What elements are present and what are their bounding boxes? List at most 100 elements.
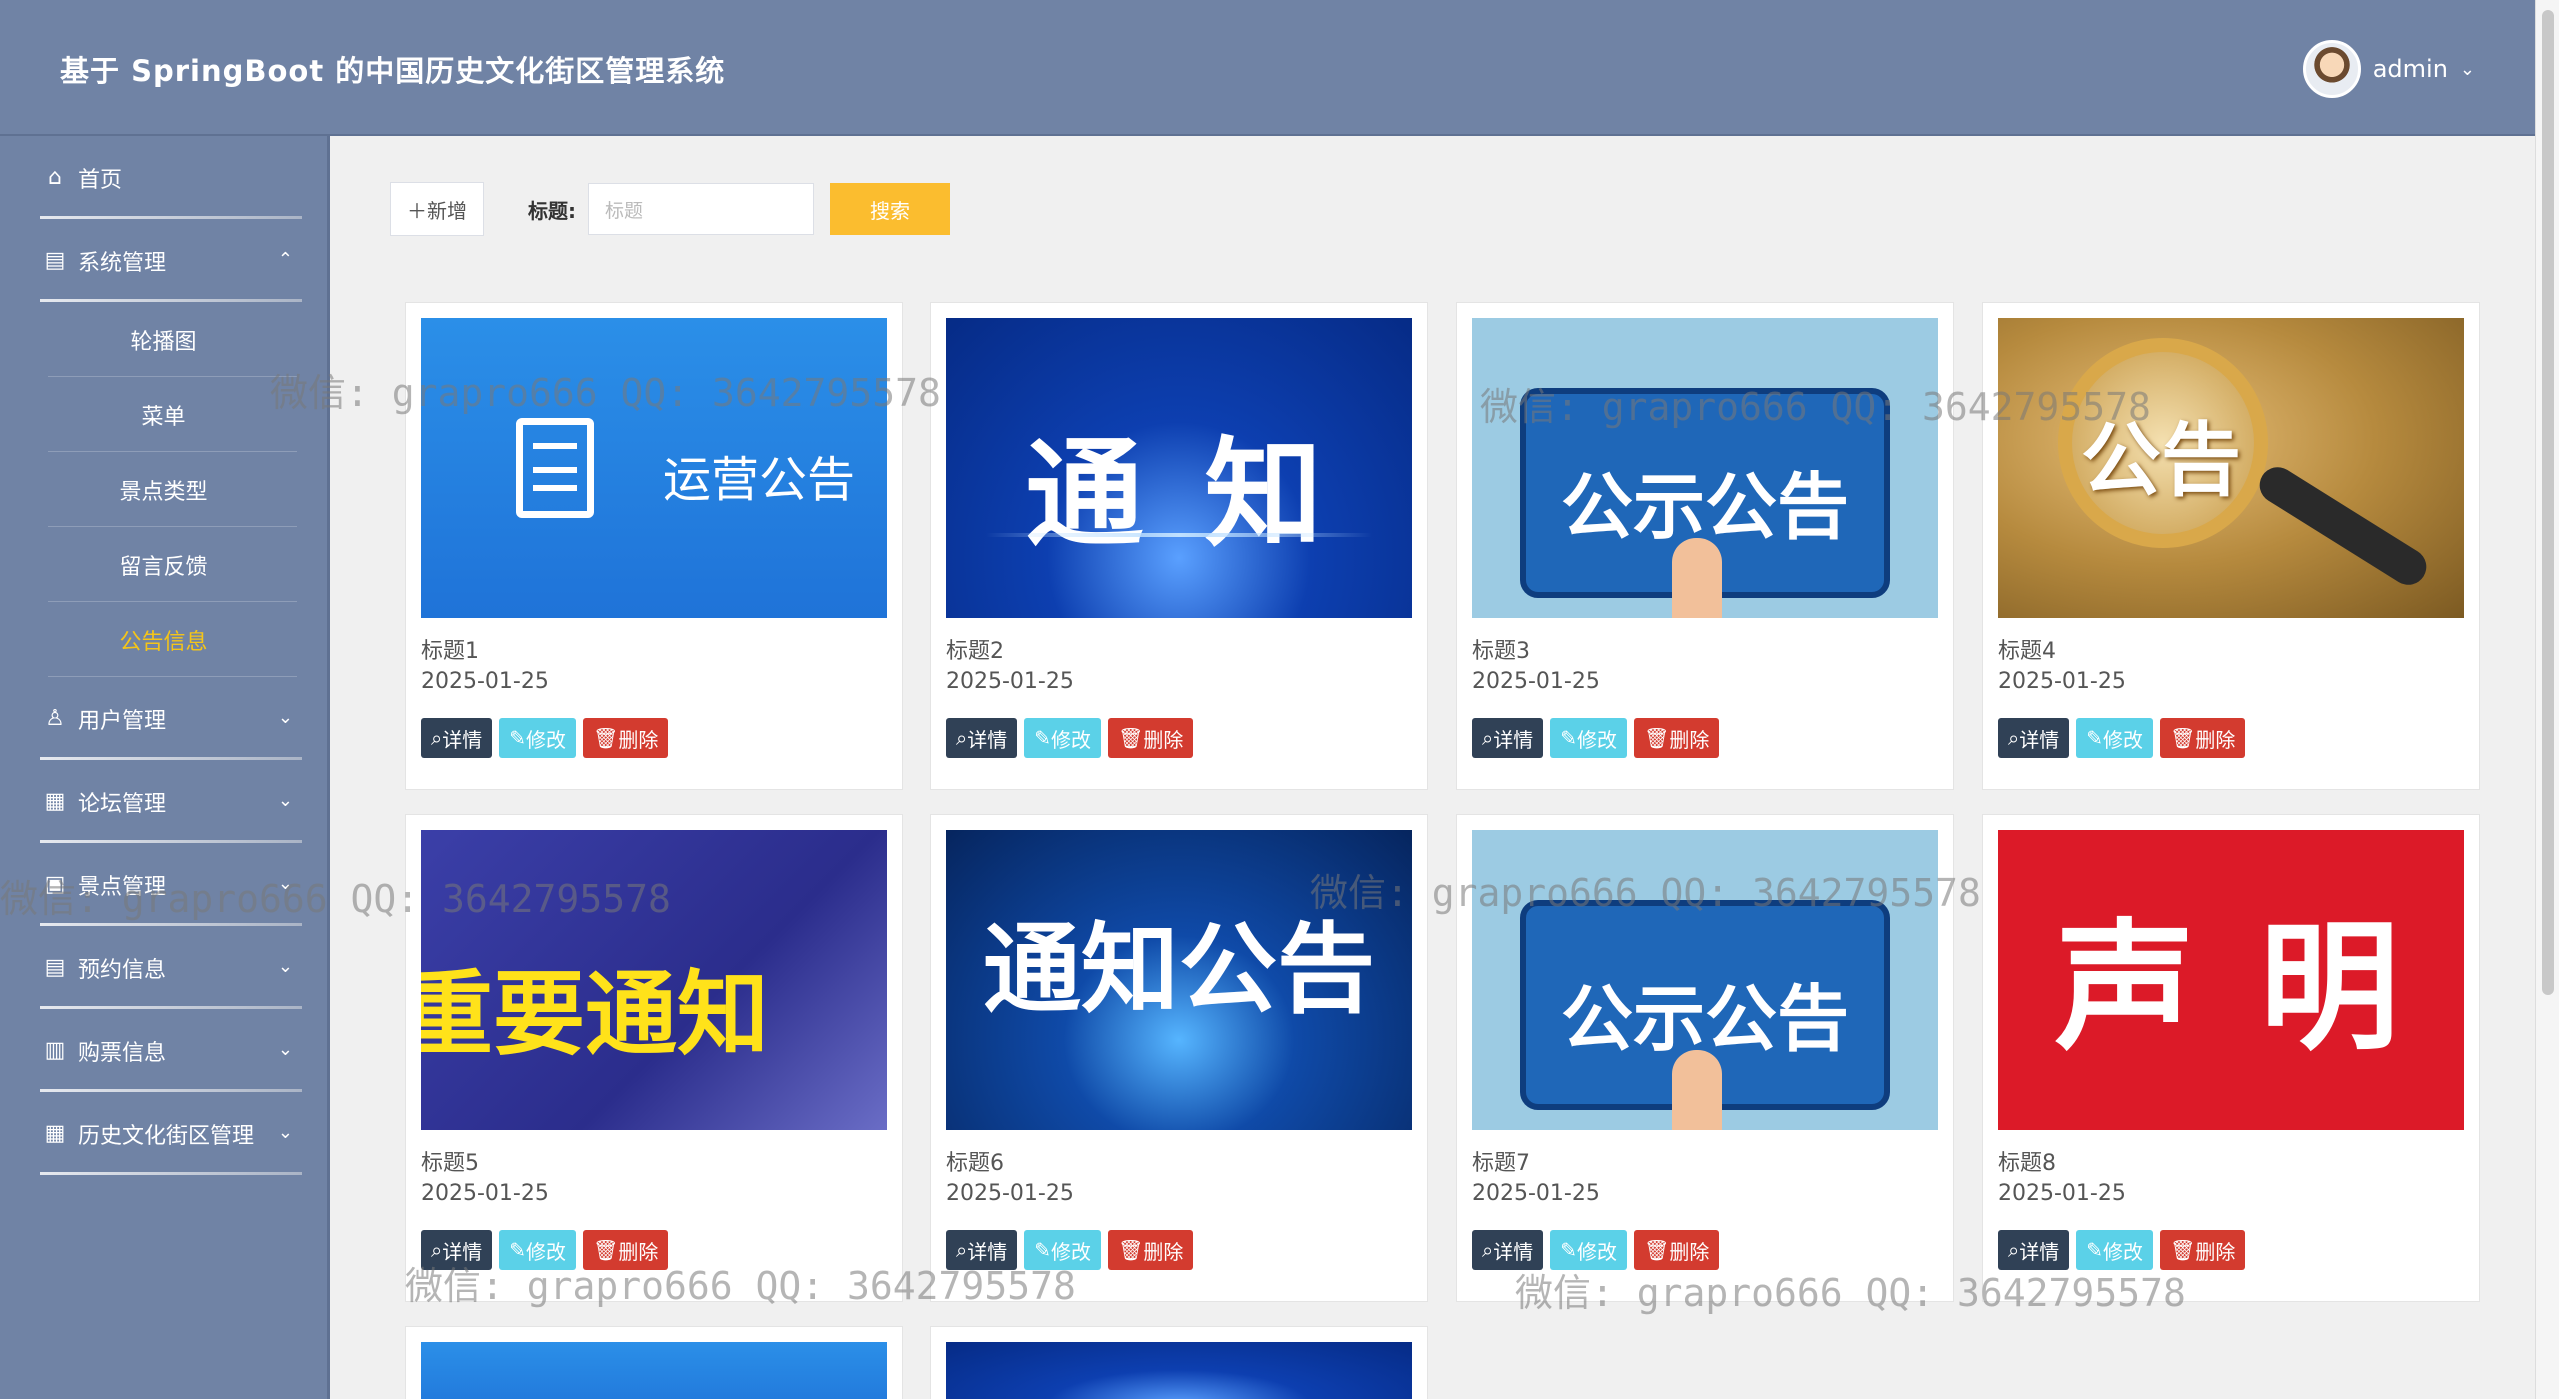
detail-button[interactable]: ⌕ 详情 [946, 718, 1018, 758]
edit-button[interactable]: ✎ 修改 [1024, 1230, 1101, 1270]
edit-button[interactable]: ✎ 修改 [1550, 718, 1627, 758]
notice-card: 通知公告 标题6 2025-01-25 ⌕ 详情 ✎ 修改 🗑 删除 [930, 814, 1428, 1302]
trash-icon: 🗑 [1117, 726, 1144, 750]
chevron-down-icon[interactable]: ⌄ [2460, 59, 2475, 80]
edit-button[interactable]: ✎ 修改 [2076, 718, 2153, 758]
sidebar-item-home[interactable]: ⌂ 首页 [0, 136, 327, 219]
sidebar-item-scenic[interactable]: ▣ 景点管理 ⌄ [0, 843, 327, 926]
scrollbar-thumb[interactable] [2542, 10, 2554, 995]
card-title: 标题8 [1998, 1151, 2056, 1176]
detail-button[interactable]: ⌕ 详情 [421, 1230, 493, 1270]
add-button[interactable]: ＋新增 [390, 182, 484, 236]
delete-button[interactable]: 🗑 删除 [2159, 1230, 2246, 1270]
search-icon: ⌕ [431, 726, 443, 750]
edit-button[interactable]: ✎ 修改 [2076, 1230, 2153, 1270]
detail-button[interactable]: ⌕ 详情 [1998, 718, 2070, 758]
search-icon: ⌕ [1482, 726, 1494, 750]
avatar[interactable] [2302, 40, 2361, 98]
card-actions: ⌕ 详情 ✎ 修改 🗑 删除 [1472, 1230, 1720, 1270]
trash-icon: 🗑 [592, 726, 619, 750]
ticket-icon: ▥ [44, 1037, 66, 1063]
sidebar-subitem-scenic-type[interactable]: 景点类型 [0, 452, 327, 527]
image-caption: 通 知 [1025, 425, 1333, 563]
detail-button[interactable]: ⌕ 详情 [946, 1230, 1018, 1270]
sidebar-item-label: 预约信息 [78, 957, 167, 983]
edit-icon: ✎ [1560, 726, 1577, 750]
delete-button[interactable]: 🗑 删除 [2159, 718, 2246, 758]
sidebar-item-forum[interactable]: ▦ 论坛管理 ⌄ [0, 760, 327, 843]
sidebar-item-users[interactable]: ♙ 用户管理 ⌄ [0, 677, 327, 760]
sidebar: ⌂ 首页 ▤ 系统管理 ⌃ 轮播图 菜单 景点类型 留言反馈 公告信息 ♙ 用户… [0, 136, 330, 1399]
sidebar-item-label: 历史文化街区管理 [78, 1123, 255, 1149]
edit-button[interactable]: ✎ 修改 [1550, 1230, 1627, 1270]
delete-button[interactable]: 🗑 删除 [582, 1230, 669, 1270]
user-name[interactable]: admin [2373, 55, 2448, 83]
edit-icon: ✎ [1034, 1238, 1051, 1262]
card-title: 标题6 [946, 1151, 1004, 1176]
plus-icon: ＋ [407, 198, 427, 223]
card-date: 2025-01-25 [1998, 669, 2126, 694]
notice-card: 公示公告 标题7 2025-01-25 ⌕ 详情 ✎ 修改 🗑 删除 [1456, 814, 1954, 1302]
edit-button[interactable]: ✎ 修改 [499, 718, 576, 758]
card-image: 通知公告 [946, 830, 1412, 1130]
sidebar-item-ticket[interactable]: ▥ 购票信息 ⌄ [0, 1009, 327, 1092]
trash-icon: 🗑 [2169, 726, 2196, 750]
hand-icon [1672, 1050, 1722, 1130]
trash-icon: 🗑 [1117, 1238, 1144, 1262]
card-date: 2025-01-25 [421, 669, 549, 694]
sidebar-subitem-menu[interactable]: 菜单 [0, 377, 327, 452]
search-icon: ⌕ [956, 726, 968, 750]
sidebar-item-label: 系统管理 [78, 250, 167, 276]
search-button[interactable]: 搜索 [830, 183, 950, 235]
sidebar-subitem-notice[interactable]: 公告信息 [0, 602, 327, 677]
card-title: 标题2 [946, 639, 1004, 664]
chevron-down-icon: ⌄ [277, 956, 293, 977]
card-actions: ⌕ 详情 ✎ 修改 🗑 删除 [1998, 718, 2246, 758]
card-image: 通 知 [946, 318, 1412, 618]
sidebar-subitem-carousel[interactable]: 轮播图 [0, 302, 327, 377]
booking-icon: ▤ [44, 954, 66, 980]
edit-button[interactable]: ✎ 修改 [1024, 718, 1101, 758]
trash-icon: 🗑 [592, 1238, 619, 1262]
image-caption: 运营公告 [662, 452, 855, 508]
delete-button[interactable]: 🗑 删除 [1633, 718, 1720, 758]
delete-button[interactable]: 🗑 删除 [582, 718, 669, 758]
sidebar-subitem-feedback[interactable]: 留言反馈 [0, 527, 327, 602]
search-icon: ⌕ [431, 1238, 443, 1262]
chevron-down-icon: ⌄ [277, 1039, 293, 1060]
card-date: 2025-01-25 [1998, 1181, 2126, 1206]
card-image: 公示公告 [1472, 318, 1938, 618]
chevron-down-icon: ⌄ [277, 1122, 293, 1143]
edit-icon: ✎ [2086, 1238, 2103, 1262]
card-image [946, 1342, 1412, 1399]
notice-card [405, 1326, 903, 1399]
notice-card: 公告 标题4 2025-01-25 ⌕ 详情 ✎ 修改 🗑 删除 [1982, 302, 2480, 790]
card-title: 标题4 [1998, 639, 2056, 664]
card-date: 2025-01-25 [421, 1181, 549, 1206]
user-menu[interactable]: admin ⌄ [2302, 40, 2475, 98]
image-caption: 公示公告 [1560, 977, 1849, 1061]
card-actions: ⌕ 详情 ✎ 修改 🗑 删除 [1472, 718, 1720, 758]
delete-button[interactable]: 🗑 删除 [1107, 1230, 1194, 1270]
toolbar: ＋新增 标题: 标题 搜索 [390, 182, 950, 236]
card-actions: ⌕ 详情 ✎ 修改 🗑 删除 [946, 718, 1194, 758]
search-input[interactable]: 标题 [588, 183, 814, 235]
trash-icon: 🗑 [1643, 1238, 1670, 1262]
detail-button[interactable]: ⌕ 详情 [1998, 1230, 2070, 1270]
delete-button[interactable]: 🗑 删除 [1633, 1230, 1720, 1270]
sidebar-item-booking[interactable]: ▤ 预约信息 ⌄ [0, 926, 327, 1009]
sidebar-item-label: 景点管理 [78, 874, 167, 900]
edit-button[interactable]: ✎ 修改 [499, 1230, 576, 1270]
sidebar-item-system[interactable]: ▤ 系统管理 ⌃ [0, 219, 327, 302]
street-icon: ▦ [44, 1120, 66, 1146]
card-date: 2025-01-25 [946, 669, 1074, 694]
detail-button[interactable]: ⌕ 详情 [1472, 1230, 1544, 1270]
sidebar-item-street[interactable]: ▦ 历史文化街区管理 ⌄ [0, 1092, 327, 1175]
detail-button[interactable]: ⌕ 详情 [421, 718, 493, 758]
trash-icon: 🗑 [1643, 726, 1670, 750]
image-caption: 重要通知 [421, 961, 770, 1068]
card-title: 标题5 [421, 1151, 479, 1176]
detail-button[interactable]: ⌕ 详情 [1472, 718, 1544, 758]
delete-button[interactable]: 🗑 删除 [1107, 718, 1194, 758]
page-scrollbar[interactable] [2535, 0, 2559, 1399]
